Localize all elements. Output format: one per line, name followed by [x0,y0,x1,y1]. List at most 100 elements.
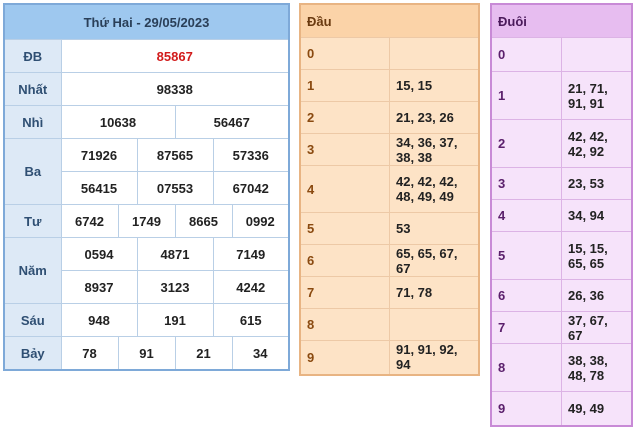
duoi-table: Đuôi 0 1 21, 71, 91, 91 2 42, 42, 42, 92 3… [490,3,633,427]
duoi-key: 0 [490,37,562,72]
duoi-row: 6 26, 36 [490,279,633,312]
duoi-values [561,37,633,72]
duoi-row: 5 15, 15, 65, 65 [490,231,633,280]
prize-value: 71926 [60,138,138,172]
prize-value: 0992 [231,204,290,238]
dau-row: 3 34, 36, 37, 38, 38 [299,133,480,166]
prize-value: 34 [231,336,290,371]
duoi-values: 42, 42, 42, 92 [561,119,633,168]
dau-row: 8 [299,308,480,341]
duoi-key: 8 [490,343,562,392]
dau-row: 6 65, 65, 67, 67 [299,244,480,277]
dau-key: 0 [299,37,390,70]
prize-value: 7149 [212,237,290,271]
dau-key: 5 [299,212,390,245]
prize-label-nam: Năm [3,237,62,304]
prize-value: 4871 [136,237,214,271]
dau-values: 42, 42, 42, 48, 49, 49 [389,165,480,213]
prize-row-db: ĐB 85867 [3,39,290,73]
dau-row: 9 91, 91, 92, 94 [299,340,480,375]
prize-label-nhat: Nhất [3,72,62,106]
prize-value: 56415 [60,171,138,205]
duoi-row: 8 38, 38, 48, 78 [490,343,633,392]
duoi-row: 9 49, 49 [490,391,633,426]
prize-value: 21 [174,336,233,371]
dau-key: 9 [299,340,390,375]
duoi-key: 1 [490,71,562,120]
duoi-header: Đuôi [490,3,633,38]
dau-key: 2 [299,101,390,134]
prize-value: 56467 [174,105,290,139]
prize-value: 4242 [212,270,290,304]
prize-row-sau: Sáu 948 191 615 [3,303,290,337]
dau-values [389,37,480,70]
prize-row-tu: Tư 6742 1749 8665 0992 [3,204,290,238]
results-table: Thứ Hai - 29/05/2023 ĐB 85867 Nhất 98338… [3,3,290,371]
prize-value: 0594 [60,237,138,271]
prize-value: 91 [117,336,176,371]
prize-label-bay: Bảy [3,336,62,371]
prize-value: 1749 [117,204,176,238]
duoi-row: 3 23, 53 [490,167,633,200]
prize-value: 98338 [60,72,290,106]
prize-label-sau: Sáu [3,303,62,337]
duoi-row: 4 34, 94 [490,199,633,232]
prize-value: 615 [212,303,290,337]
prize-value: 8937 [60,270,138,304]
dau-key: 8 [299,308,390,341]
duoi-header-row: Đuôi [490,3,633,38]
duoi-key: 4 [490,199,562,232]
duoi-row: 0 [490,37,633,72]
prize-value: 948 [60,303,138,337]
duoi-key: 5 [490,231,562,280]
dau-values: 15, 15 [389,69,480,102]
results-header-row: Thứ Hai - 29/05/2023 [3,3,290,40]
dau-values [389,308,480,341]
duoi-values: 38, 38, 48, 78 [561,343,633,392]
prize-label-db: ĐB [3,39,62,73]
duoi-values: 49, 49 [561,391,633,426]
duoi-values: 37, 67, 67 [561,311,633,344]
dau-row: 5 53 [299,212,480,245]
dau-table: Đầu 0 1 15, 15 2 21, 23, 26 3 34, 36, 37, 3… [299,3,480,376]
dau-key: 6 [299,244,390,277]
prize-value: 78 [60,336,119,371]
duoi-values: 21, 71, 91, 91 [561,71,633,120]
special-prize-value: 85867 [60,39,290,73]
dau-key: 7 [299,276,390,309]
prize-value: 8665 [174,204,233,238]
duoi-values: 34, 94 [561,199,633,232]
prize-row-ba: Ba 71926 87565 57336 [3,138,290,205]
prize-value: 10638 [60,105,176,139]
prize-label-tu: Tư [3,204,62,238]
duoi-values: 26, 36 [561,279,633,312]
dau-key: 4 [299,165,390,213]
dau-header-row: Đầu [299,3,480,38]
duoi-row: 7 37, 67, 67 [490,311,633,344]
dau-row: 7 71, 78 [299,276,480,309]
prize-value: 87565 [136,138,214,172]
dau-row: 4 42, 42, 42, 48, 49, 49 [299,165,480,213]
dau-values: 21, 23, 26 [389,101,480,134]
dau-values: 53 [389,212,480,245]
prize-row-nhat: Nhất 98338 [3,72,290,106]
dau-row: 1 15, 15 [299,69,480,102]
prize-value: 07553 [136,171,214,205]
dau-values: 71, 78 [389,276,480,309]
dau-values: 65, 65, 67, 67 [389,244,480,277]
prize-row-nam: Năm 0594 4871 7149 [3,237,290,304]
duoi-key: 7 [490,311,562,344]
duoi-key: 2 [490,119,562,168]
prize-label-nhi: Nhì [3,105,62,139]
duoi-values: 23, 53 [561,167,633,200]
prize-value: 57336 [212,138,290,172]
dau-header: Đầu [299,3,480,38]
dau-row: 0 [299,37,480,70]
prize-value: 3123 [136,270,214,304]
duoi-row: 1 21, 71, 91, 91 [490,71,633,120]
dau-row: 2 21, 23, 26 [299,101,480,134]
prize-value: 191 [136,303,214,337]
prize-row-nhi: Nhì 10638 56467 [3,105,290,139]
dau-key: 3 [299,133,390,166]
prize-label-ba: Ba [3,138,62,205]
